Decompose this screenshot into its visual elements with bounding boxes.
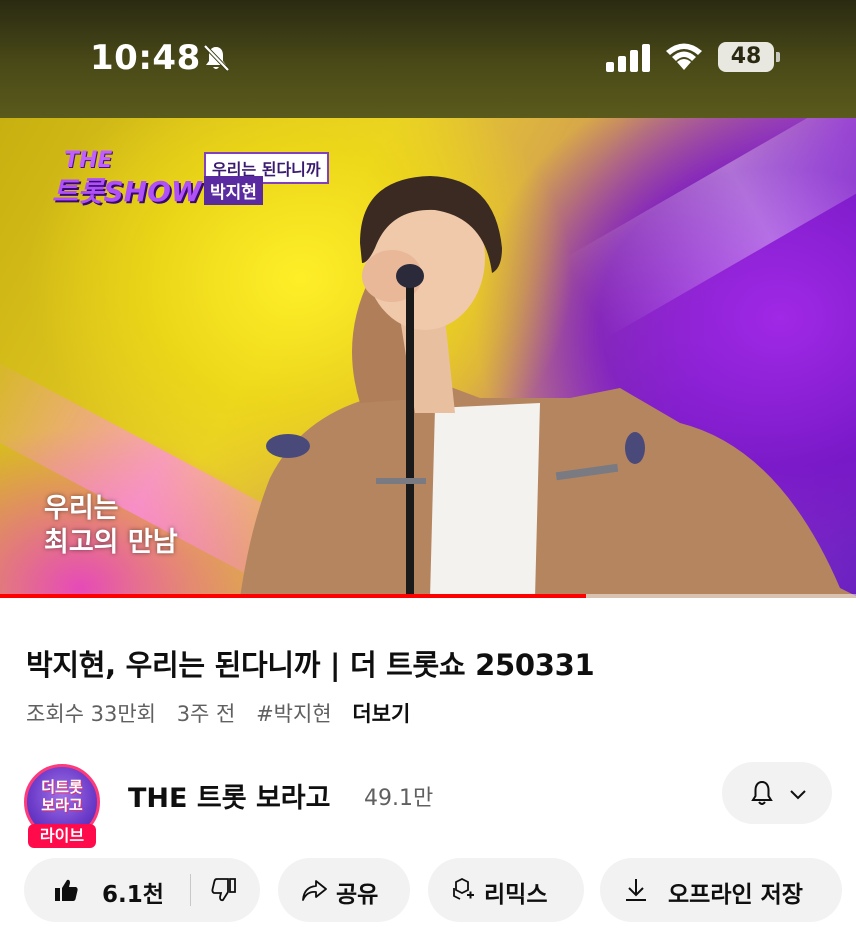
status-bar: 10:48 48: [0, 0, 856, 118]
like-dislike-button-group[interactable]: 6.1천: [24, 858, 260, 922]
video-meta[interactable]: 조회수 33만회 3주 전 #박지현 더보기: [26, 698, 424, 728]
share-label: 공유: [336, 882, 379, 908]
video-player[interactable]: THE 트롯SHOW 우리는 된다니까 박지현 우리는 최고의 만남: [0, 118, 856, 598]
like-count: 6.1천: [102, 882, 164, 908]
bell-slash-icon: [203, 44, 230, 72]
battery-icon: 48: [718, 42, 774, 72]
chevron-down-icon: [790, 790, 806, 800]
subscriber-count: 49.1만: [364, 786, 434, 811]
video-details: 박지현, 우리는 된다니까 | 더 트롯쇼 250331 조회수 33만회 3주…: [0, 598, 856, 938]
status-time: 10:48: [90, 38, 201, 78]
show-logo: THE 트롯SHOW: [52, 148, 202, 208]
performer-image: [240, 176, 856, 598]
thumbs-up-icon[interactable]: [52, 876, 80, 904]
wifi-icon: [666, 43, 702, 70]
battery-tip: [776, 52, 780, 62]
hashtag-link[interactable]: #박지현: [256, 702, 332, 726]
view-count: 조회수 33만회: [26, 702, 156, 726]
download-icon: [626, 879, 646, 901]
avatar-text-line2: 보라고: [41, 796, 83, 814]
remix-icon: [453, 877, 474, 900]
share-icon: [302, 880, 327, 901]
video-title[interactable]: 박지현, 우리는 된다니까 | 더 트롯쇼 250331: [26, 642, 595, 684]
more-link[interactable]: 더보기: [352, 702, 410, 726]
thumbs-down-icon[interactable]: [210, 876, 238, 904]
show-logo-main: 트롯SHOW: [52, 175, 202, 208]
offline-save-label: 오프라인 저장: [668, 882, 803, 908]
bell-icon: [751, 780, 773, 805]
notification-bell-button[interactable]: [722, 762, 832, 824]
signal-icon: [606, 44, 650, 72]
avatar-text-line1: 더트롯: [41, 778, 83, 796]
action-bar: 6.1천 공유 리믹스 오프라인 저장: [0, 858, 856, 922]
offline-save-button[interactable]: 오프라인 저장: [600, 858, 842, 922]
remix-button[interactable]: 리믹스: [428, 858, 584, 922]
upload-age: 3주 전: [176, 702, 236, 726]
lyric-line-2: 최고의 만남: [44, 527, 178, 558]
live-badge: 라이브: [28, 824, 96, 848]
remix-label: 리믹스: [484, 882, 548, 908]
like-divider: [190, 874, 191, 906]
share-button[interactable]: 공유: [278, 858, 410, 922]
channel-row: 더트롯 보라고 라이브 THE 트롯 보라고 49.1만: [0, 758, 856, 848]
channel-name[interactable]: THE 트롯 보라고: [128, 776, 330, 815]
